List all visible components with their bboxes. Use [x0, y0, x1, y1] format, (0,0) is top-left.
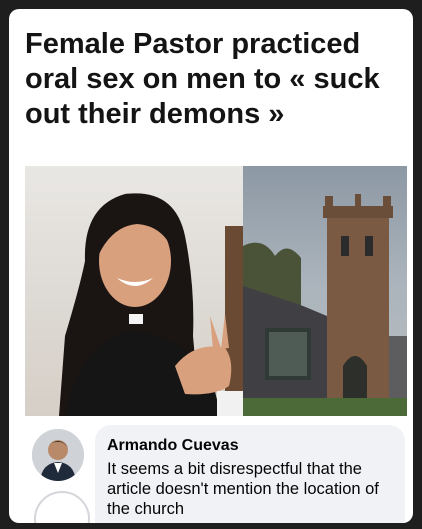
- avatar-icon[interactable]: [32, 429, 84, 481]
- photo-collage[interactable]: [25, 166, 407, 416]
- post-headline[interactable]: Female Pastor practiced oral sex on men …: [25, 27, 401, 132]
- profile-picture-icon: [32, 429, 84, 481]
- comment-bubble: Armando Cuevas It seems a bit disrespect…: [95, 425, 405, 523]
- woman-illustration-icon: [59, 193, 243, 416]
- woman-photo[interactable]: [25, 166, 243, 416]
- church-photo[interactable]: [243, 166, 407, 416]
- church-illustration-icon: [243, 194, 407, 416]
- comment: Armando Cuevas It seems a bit disrespect…: [25, 419, 407, 523]
- post-card: Female Pastor practiced oral sex on men …: [9, 9, 413, 523]
- comment-author[interactable]: Armando Cuevas: [107, 437, 239, 455]
- comment-text: It seems a bit disrespectful that the ar…: [107, 460, 379, 518]
- next-comment-avatar-icon: [34, 491, 90, 523]
